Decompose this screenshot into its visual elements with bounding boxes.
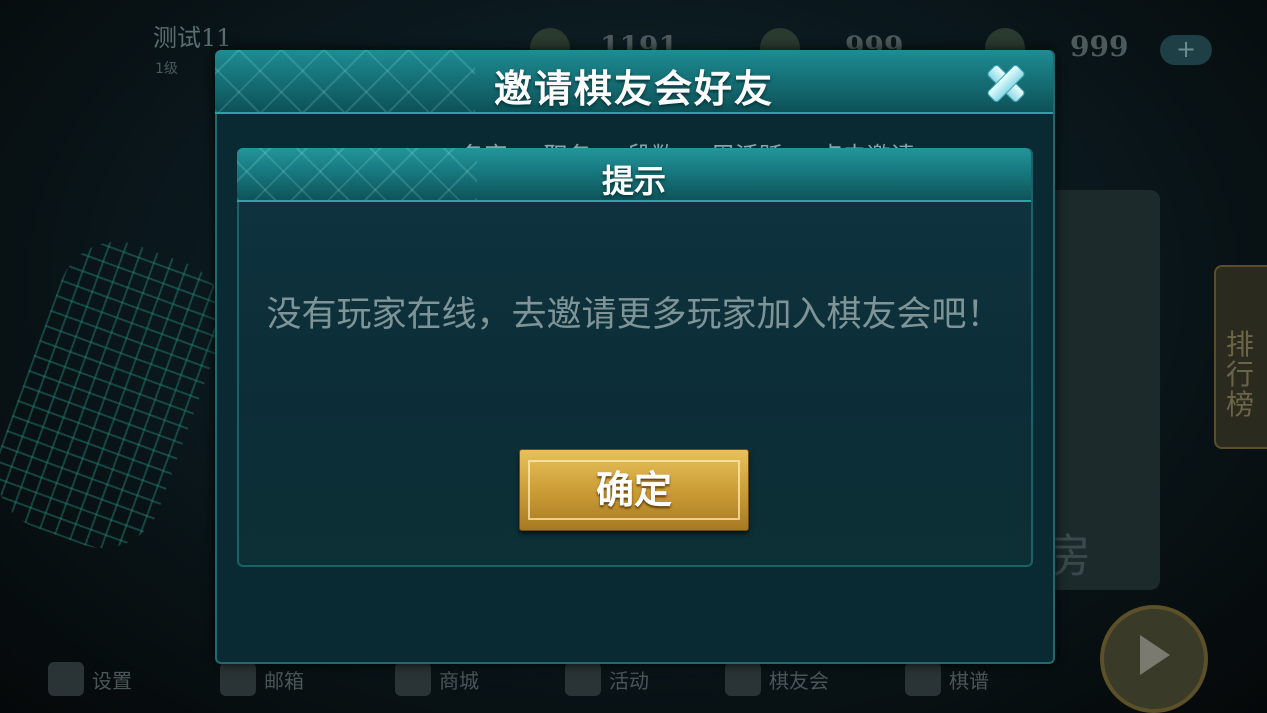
- nav-shop-label: 商城: [439, 668, 479, 693]
- tip-dialog-title: 提示: [601, 162, 666, 200]
- add-currency-button[interactable]: +: [1160, 35, 1212, 65]
- nav-settings[interactable]: 设置: [48, 662, 132, 696]
- nav-records[interactable]: 棋谱: [905, 662, 989, 696]
- nav-events-label: 活动: [609, 668, 649, 693]
- mail-icon: [220, 662, 256, 696]
- club-icon: [725, 662, 761, 696]
- confirm-button-label: 确定: [595, 467, 672, 512]
- nav-club[interactable]: 棋友会: [725, 662, 829, 696]
- ticket-count: 999: [1070, 30, 1129, 63]
- close-button[interactable]: [983, 60, 1027, 104]
- invite-dialog-title: 邀请棋友会好友: [493, 66, 774, 111]
- nav-records-label: 棋谱: [949, 668, 989, 693]
- nav-settings-label: 设置: [92, 668, 132, 693]
- tip-message: 没有玩家在线，去邀请更多玩家加入棋友会吧！: [266, 295, 1002, 335]
- player-level: 1级: [155, 61, 178, 77]
- gift-icon: [565, 662, 601, 696]
- nav-mail[interactable]: 邮箱: [220, 662, 304, 696]
- nav-shop[interactable]: 商城: [395, 662, 479, 696]
- nav-events[interactable]: 活动: [565, 662, 649, 696]
- nav-club-label: 棋友会: [769, 668, 829, 693]
- cart-icon: [395, 662, 431, 696]
- leaderboard-label: 排行榜: [1226, 328, 1255, 421]
- gear-icon: [48, 662, 84, 696]
- book-icon: [905, 662, 941, 696]
- confirm-button[interactable]: 确定: [519, 449, 749, 531]
- player-name: 测试11: [153, 24, 232, 52]
- nav-mail-label: 邮箱: [264, 668, 304, 693]
